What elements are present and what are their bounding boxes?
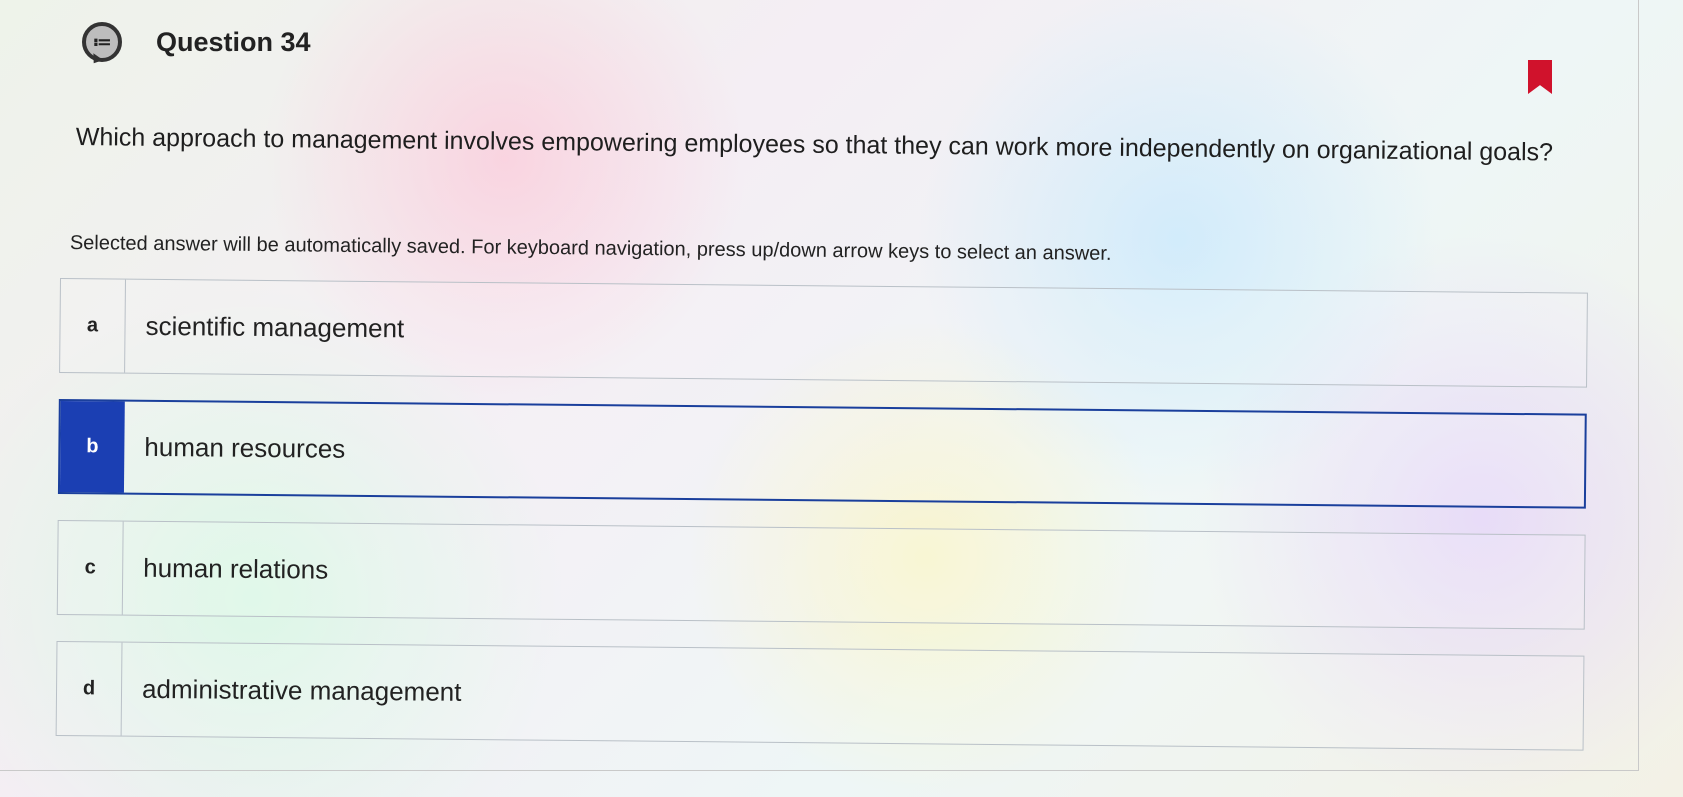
- answer-text: human resources: [144, 431, 346, 464]
- answer-list: a scientific management b human resource…: [55, 278, 1588, 777]
- answer-option-d[interactable]: d administrative management: [55, 640, 1585, 751]
- answer-letter: b: [59, 401, 125, 493]
- answer-option-c[interactable]: c human relations: [56, 519, 1586, 630]
- answer-letter: d: [56, 641, 123, 736]
- answer-text: scientific management: [145, 310, 405, 344]
- bookmark-icon[interactable]: [1528, 60, 1552, 94]
- answer-option-a[interactable]: a scientific management: [59, 278, 1588, 388]
- question-title: Question 34: [156, 26, 311, 57]
- answer-letter: c: [57, 520, 124, 615]
- question-panel: ≔ Question 34 Which approach to manageme…: [0, 0, 1639, 771]
- answer-option-b[interactable]: b human resources: [57, 398, 1587, 509]
- answer-text: human relations: [143, 552, 329, 585]
- question-header: ≔ Question 34: [82, 22, 311, 62]
- answer-letter: a: [60, 279, 126, 373]
- question-list-icon[interactable]: ≔: [82, 22, 122, 62]
- answer-text: administrative management: [141, 673, 462, 707]
- answer-instructions: Selected answer will be automatically sa…: [69, 232, 1112, 265]
- question-text: Which approach to management involves em…: [75, 122, 1554, 167]
